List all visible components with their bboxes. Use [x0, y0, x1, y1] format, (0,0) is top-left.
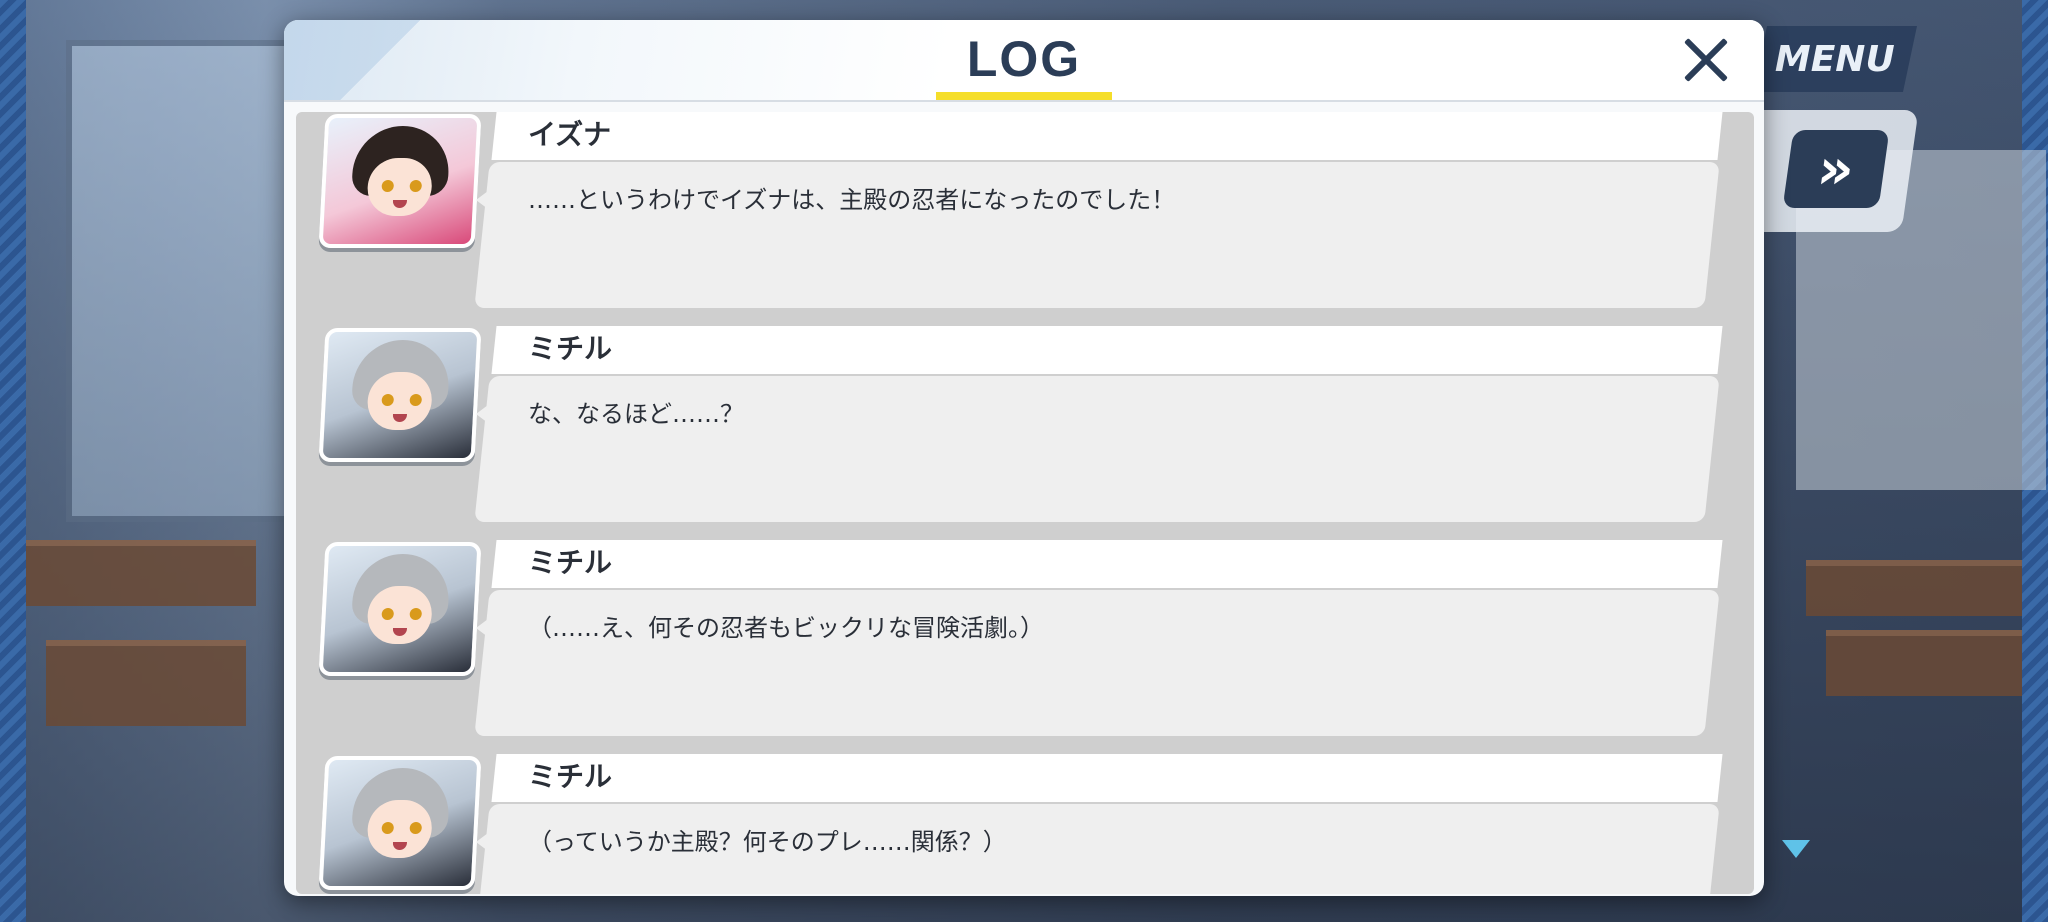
- speaker-name-bar: [491, 112, 1723, 160]
- speaker-name: ミチル: [528, 760, 613, 793]
- speaker-name-bar: [491, 540, 1723, 588]
- classroom-desk: [1806, 560, 2022, 616]
- dialog-title: LOG: [966, 31, 1082, 87]
- speaker-name: ミチル: [528, 332, 613, 365]
- log-dialog: LOG イズナ ……というわけでイズナは、主殿の忍者になったのでした！ ミチル …: [284, 20, 1764, 896]
- classroom-desk: [46, 640, 246, 726]
- dialog-header: LOG: [284, 20, 1764, 102]
- menu-label: MENU: [1775, 38, 1895, 80]
- dialogue-pointer: [476, 402, 492, 426]
- left-border-stripe: [0, 0, 26, 922]
- dialogue-text: ……というわけでイズナは、主殿の忍者になったのでした！: [528, 186, 1176, 214]
- dialogue-text: （……え、何その忍者もビックリな冒険活劇。）: [528, 614, 1044, 642]
- speaker-name-bar: [491, 326, 1723, 374]
- dialogue-text: な、なるほど……？: [528, 400, 744, 428]
- michiru-portrait: [318, 328, 482, 462]
- speaker-name-bar: [491, 754, 1723, 802]
- log-entry: ミチル な、なるほど……？: [296, 326, 1754, 522]
- title-underline: [936, 92, 1112, 100]
- classroom-window: [66, 40, 318, 522]
- michiru-portrait: [318, 542, 482, 676]
- dialogue-text: （っていうか主殿？何そのプレ……関係？）: [528, 828, 1007, 856]
- dialogue-pointer: [476, 830, 492, 854]
- classroom-desk: [1826, 630, 2022, 696]
- close-icon[interactable]: [1676, 30, 1736, 90]
- log-entry: ミチル （……え、何その忍者もビックリな冒険活劇。）: [296, 540, 1754, 736]
- down-triangle-icon: [1782, 840, 1810, 858]
- izuna-portrait: [318, 114, 482, 248]
- michiru-portrait: [318, 756, 482, 890]
- log-list[interactable]: イズナ ……というわけでイズナは、主殿の忍者になったのでした！ ミチル な、なる…: [296, 112, 1754, 894]
- classroom-desk: [26, 540, 256, 606]
- menu-button[interactable]: MENU: [1752, 26, 1918, 92]
- fast-forward-icon[interactable]: »: [1782, 130, 1890, 208]
- speaker-name: ミチル: [528, 546, 613, 579]
- log-entry: イズナ ……というわけでイズナは、主殿の忍者になったのでした！: [296, 112, 1754, 308]
- speaker-name: イズナ: [528, 118, 612, 151]
- dialogue-pointer: [476, 188, 492, 212]
- dialogue-pointer: [476, 616, 492, 640]
- log-entry: ミチル （っていうか主殿？何そのプレ……関係？）: [296, 754, 1754, 894]
